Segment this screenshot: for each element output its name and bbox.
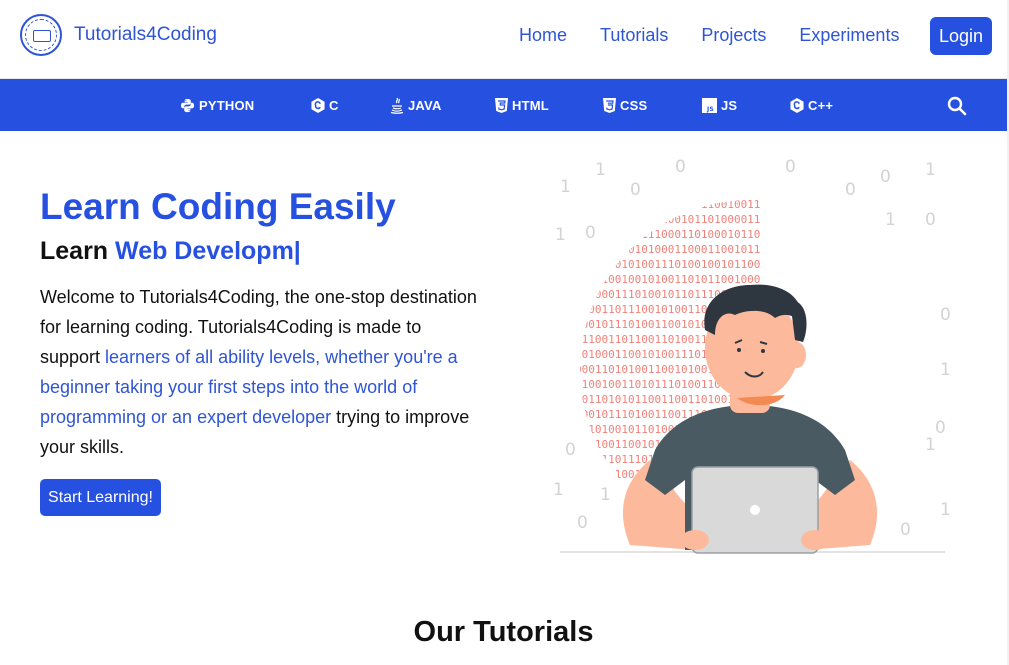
lang-css[interactable]: CSS [603,79,647,131]
lang-js[interactable]: JS JS [702,79,737,131]
nav-links: Home Tutorials Projects Experiments [519,25,932,46]
svg-text:1: 1 [940,360,951,380]
svg-text:0: 0 [565,440,576,460]
svg-text:0: 0 [675,157,686,177]
svg-text:1: 1 [925,160,936,180]
svg-text:0: 0 [785,157,796,177]
java-icon [390,97,404,114]
c-icon [311,97,325,113]
lang-label: CSS [620,97,648,113]
svg-text:0: 0 [585,223,596,243]
lang-html[interactable]: HTML [495,79,549,131]
lang-label: C++ [808,97,834,113]
svg-text:1: 1 [925,435,936,455]
svg-text:0101100100101001101011001000: 0101100100101001101011001000 [575,273,760,286]
language-bar: PYTHON C JAVA HTML CSS JS JS C++ [0,79,1007,131]
lang-label: HTML [512,97,549,113]
top-navbar: Tutorials4Coding Home Tutorials Projects… [0,0,1009,79]
svg-text:1101001100111000110100010110: 1101001100111000110100010110 [575,228,760,241]
svg-text:0: 0 [900,520,911,540]
js-icon: JS [702,97,717,113]
svg-text:1: 1 [555,225,566,245]
lang-label: JS [721,97,738,113]
nav-link-tutorials[interactable]: Tutorials [600,25,668,46]
svg-text:1110100101001110100100101100: 1110100101001110100100101100 [575,258,760,271]
hero-subtitle-prefix: Learn [40,237,109,265]
search-icon[interactable] [947,96,967,116]
svg-text:1: 1 [940,500,951,520]
brand-name: Tutorials4Coding [74,24,217,45]
svg-text:0: 0 [925,210,936,230]
svg-text:1: 1 [553,480,564,500]
nav-link-home[interactable]: Home [519,25,567,46]
css3-icon [603,97,616,113]
login-button[interactable]: Login [930,17,992,55]
hero-description: Welcome to Tutorials4Coding, the one-sto… [40,282,480,462]
nav-link-experiments[interactable]: Experiments [799,25,899,46]
cpp-icon [790,97,804,113]
hero-subtitle-typed: Web Developm| [115,237,301,265]
hero-subtitle: Learn Web Developm| [40,237,301,266]
svg-text:0: 0 [935,418,946,438]
lang-python[interactable]: PYTHON [180,79,254,131]
lang-label: JAVA [408,97,442,113]
svg-text:1: 1 [600,485,611,505]
lang-c[interactable]: C [311,79,339,131]
svg-text:0011001001010001100011001011: 0011001001010001100011001011 [575,243,760,256]
svg-text:0: 0 [880,167,891,187]
nav-link-projects[interactable]: Projects [701,25,766,46]
svg-text:0100111011001100101101000011: 0100111011001100101101000011 [575,213,760,226]
lang-label: PYTHON [199,97,255,113]
svg-text:1: 1 [885,210,896,230]
svg-text:0: 0 [845,180,856,200]
lang-java[interactable]: JAVA [390,79,442,131]
hero-illustration: 100 0 00 111 01 0 010 01 1 010 1 1011000100… [553,157,951,554]
brand[interactable]: Tutorials4Coding [20,14,217,56]
svg-text:1011000100111010010110010011: 1011000100111010010110010011 [575,198,760,211]
lang-label: C [329,97,339,113]
python-icon [180,98,195,112]
start-learning-button[interactable]: Start Learning! [40,479,161,516]
svg-text:0: 0 [630,180,641,200]
html5-icon [495,97,508,113]
brand-logo-icon [20,14,62,56]
svg-text:0: 0 [577,513,588,533]
lang-cpp[interactable]: C++ [790,79,833,131]
section-title: Our Tutorials [413,616,594,648]
hero-title: Learn Coding Easily [40,186,396,227]
svg-text:JS: JS [706,106,714,113]
svg-text:1: 1 [595,160,606,180]
svg-text:1: 1 [560,177,571,197]
svg-text:0: 0 [940,305,951,325]
